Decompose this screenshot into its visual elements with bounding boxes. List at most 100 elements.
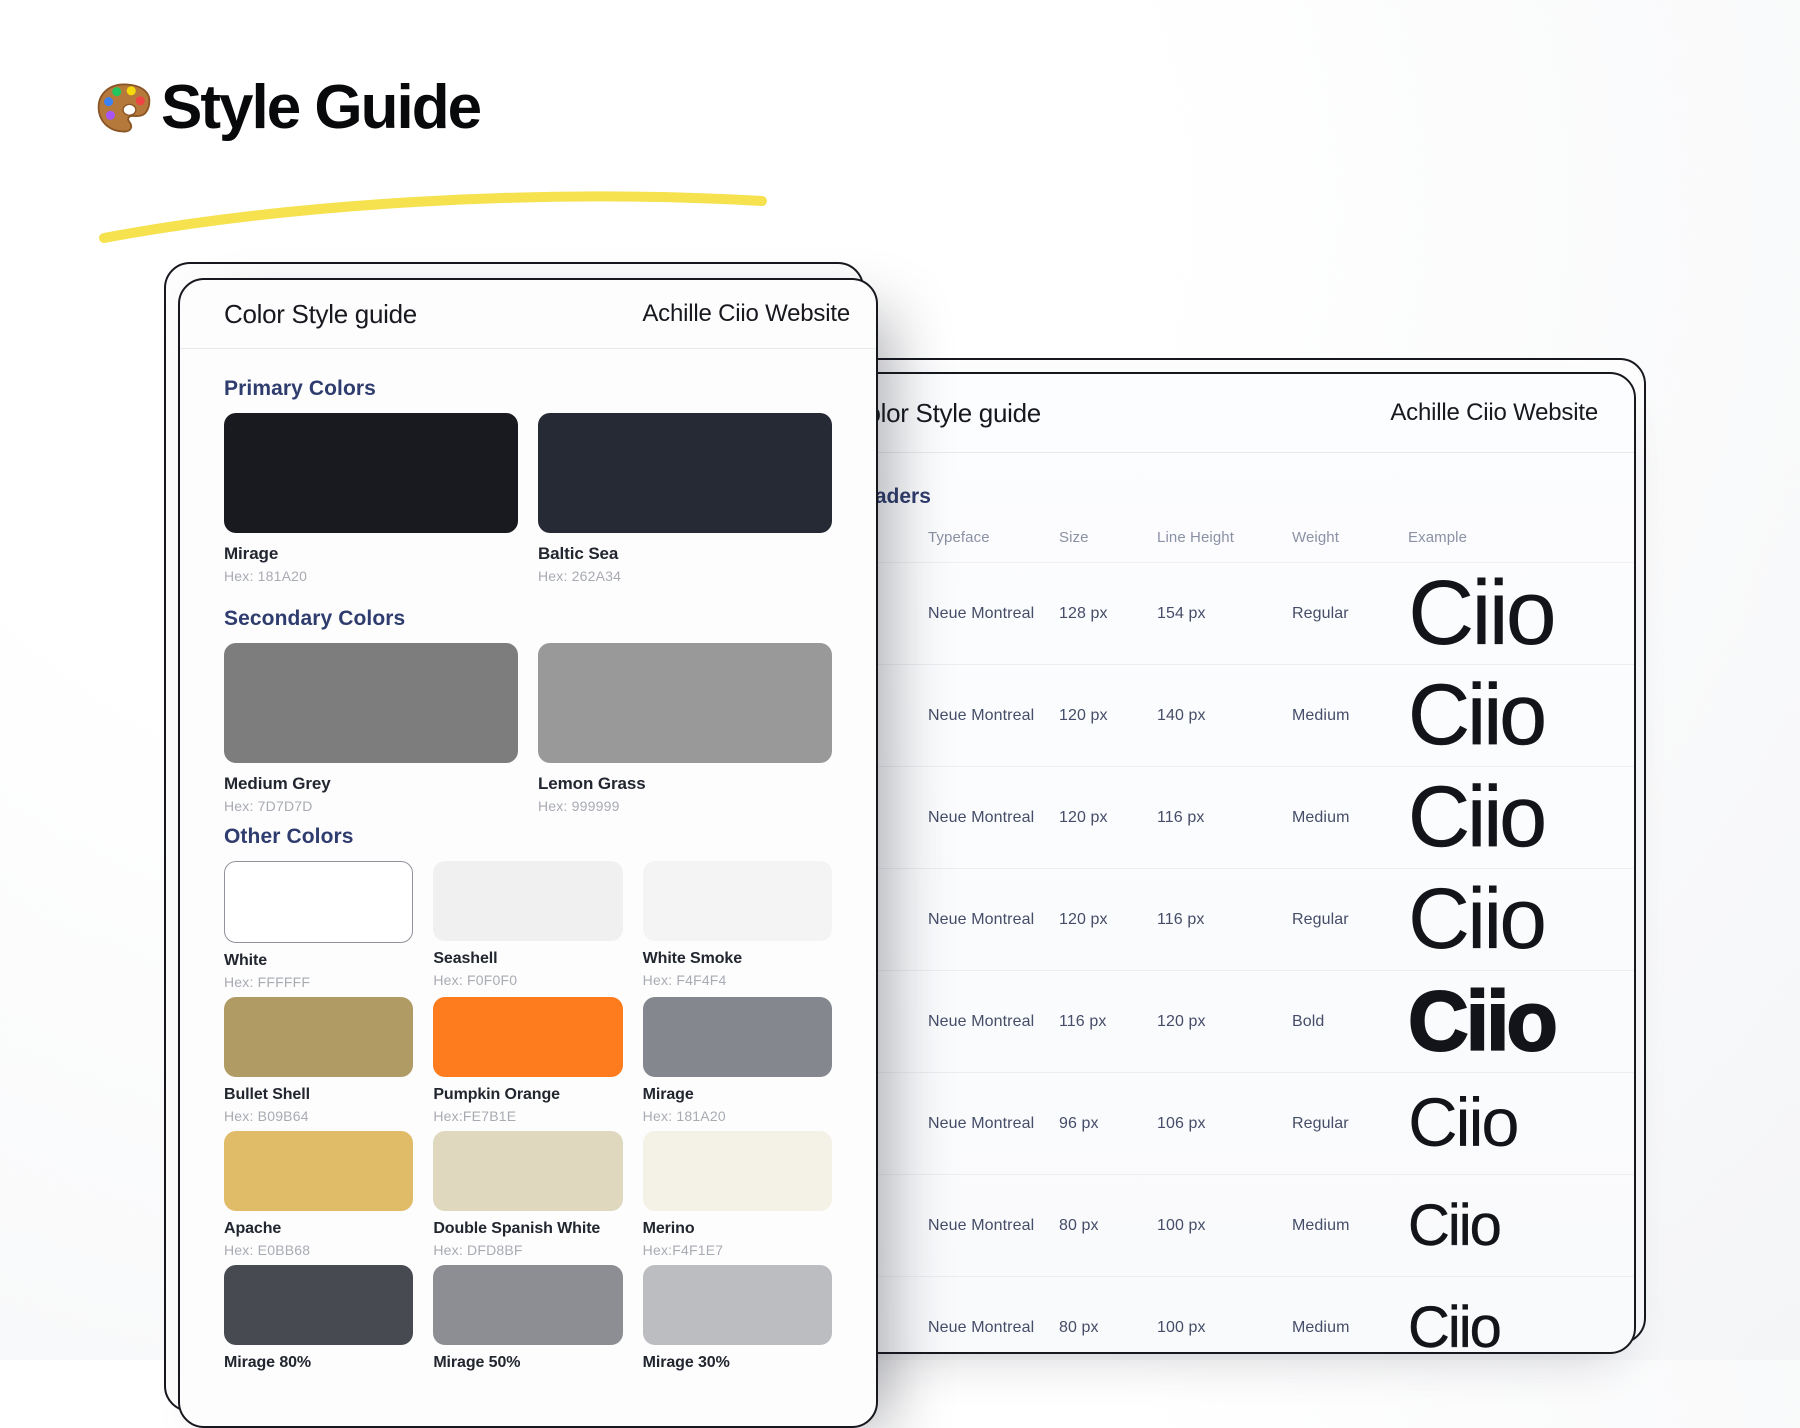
other-colors-heading: Other Colors [224, 825, 832, 849]
cell-size: 128 px [1059, 605, 1157, 623]
color-hex: Hex: 262A34 [538, 568, 832, 585]
color-swatch [643, 1131, 832, 1211]
color-item: Merino Hex:F4F1E7 [643, 1131, 832, 1259]
color-name: Mirage 80% [224, 1353, 413, 1373]
typography-card-subtitle: Achille Ciio Website [1390, 399, 1598, 427]
color-swatch [433, 997, 622, 1077]
type-row: Neue Montreal 120 px 140 px Medium Ciio [822, 665, 1634, 767]
cell-line-height: 116 px [1157, 911, 1292, 929]
cell-typeface: Neue Montreal [928, 707, 1059, 725]
color-name: Mirage 30% [643, 1353, 832, 1373]
cell-example: Ciio [1408, 1201, 1598, 1250]
color-item: Medium Grey Hex: 7D7D7D [224, 643, 518, 815]
color-style-card: Color Style guide Achille Ciio Website P… [178, 278, 878, 1428]
color-card-body: Primary Colors Mirage Hex: 181A20 Baltic… [180, 377, 876, 1376]
cell-weight: Medium [1292, 1319, 1408, 1337]
cell-weight: Regular [1292, 911, 1408, 929]
palette-icon [95, 79, 153, 137]
cell-line-height: 116 px [1157, 809, 1292, 827]
cell-weight: Medium [1292, 707, 1408, 725]
color-swatch [538, 643, 832, 763]
color-item: Mirage Hex: 181A20 [643, 997, 832, 1125]
cell-size: 80 px [1059, 1217, 1157, 1235]
color-name: Mirage [643, 1085, 832, 1105]
cell-weight: Medium [1292, 809, 1408, 827]
column-header-line-height: Line Height [1157, 529, 1292, 546]
cell-line-height: 120 px [1157, 1013, 1292, 1031]
cell-line-height: 100 px [1157, 1217, 1292, 1235]
column-header-typeface: Typeface [928, 529, 1059, 546]
style-guide-page: { "page": { "title": "Style Guide", "und… [0, 0, 1800, 1360]
color-item: Mirage 30% [643, 1265, 832, 1376]
cell-typeface: Neue Montreal [928, 1217, 1059, 1235]
type-row: Neue Montreal 128 px 154 px Regular Ciio [822, 563, 1634, 665]
type-row: Neue Montreal 80 px 100 px Medium Ciio [822, 1175, 1634, 1277]
color-hex: Hex: F4F4F4 [643, 972, 832, 989]
color-name: Bullet Shell [224, 1085, 413, 1105]
color-name: Medium Grey [224, 773, 518, 795]
color-hex: Hex: 7D7D7D [224, 798, 518, 815]
color-item: Seashell Hex: F0F0F0 [433, 861, 622, 991]
cell-size: 80 px [1059, 1319, 1157, 1337]
color-swatch [643, 861, 832, 941]
color-hex: Hex: FFFFFF [224, 974, 413, 991]
color-name: White [224, 951, 413, 971]
column-header-example: Example [1408, 529, 1598, 546]
color-card-title: Color Style guide [224, 299, 417, 330]
typography-card: Color Style guide Achille Ciio Website H… [820, 372, 1636, 1354]
color-swatch [433, 1265, 622, 1345]
type-row: Neue Montreal 80 px 100 px Medium Ciio [822, 1277, 1634, 1354]
cell-size: 116 px [1059, 1013, 1157, 1031]
cell-example: Ciio [1408, 781, 1598, 854]
color-item: Apache Hex: E0BB68 [224, 1131, 413, 1259]
cell-line-height: 106 px [1157, 1115, 1292, 1133]
color-swatch [224, 1265, 413, 1345]
color-card-header: Color Style guide Achille Ciio Website [180, 280, 876, 349]
cell-size: 120 px [1059, 911, 1157, 929]
color-item: Lemon Grass Hex: 999999 [538, 643, 832, 815]
cell-typeface: Neue Montreal [928, 605, 1059, 623]
cell-example: Ciio [1408, 883, 1598, 956]
cell-line-height: 154 px [1157, 605, 1292, 623]
type-section-heading: Headers [848, 485, 1634, 509]
secondary-colors-grid: Medium Grey Hex: 7D7D7D Lemon Grass Hex:… [224, 643, 832, 815]
color-item: White Hex: FFFFFF [224, 861, 413, 991]
cell-line-height: 100 px [1157, 1319, 1292, 1337]
primary-colors-heading: Primary Colors [224, 377, 832, 401]
type-row: Neue Montreal 96 px 106 px Regular Ciio [822, 1073, 1634, 1175]
primary-colors-grid: Mirage Hex: 181A20 Baltic Sea Hex: 262A3… [224, 413, 832, 585]
color-item: Mirage Hex: 181A20 [224, 413, 518, 585]
type-row: Neue Montreal 120 px 116 px Regular Ciio [822, 869, 1634, 971]
color-item: White Smoke Hex: F4F4F4 [643, 861, 832, 991]
color-name: Apache [224, 1219, 413, 1239]
cell-typeface: Neue Montreal [928, 1319, 1059, 1337]
color-hex: Hex: F0F0F0 [433, 972, 622, 989]
column-header-weight: Weight [1292, 529, 1408, 546]
cell-weight: Regular [1292, 605, 1408, 623]
color-item: Double Spanish White Hex: DFD8BF [433, 1131, 622, 1259]
cell-example: Ciio [1408, 679, 1598, 752]
cell-typeface: Neue Montreal [928, 1013, 1059, 1031]
cell-example: Ciio [1408, 1094, 1598, 1153]
color-swatch [643, 1265, 832, 1345]
cell-weight: Medium [1292, 1217, 1408, 1235]
color-swatch [224, 1131, 413, 1211]
cell-example: Ciio [1408, 1303, 1598, 1352]
color-card-subtitle: Achille Ciio Website [642, 300, 850, 328]
color-name: Double Spanish White [433, 1219, 622, 1239]
cell-size: 120 px [1059, 809, 1157, 827]
cell-size: 96 px [1059, 1115, 1157, 1133]
cell-weight: Bold [1292, 1013, 1408, 1031]
page-title-block: Style Guide [95, 72, 480, 143]
color-hex: Hex: 181A20 [643, 1108, 832, 1125]
cell-typeface: Neue Montreal [928, 809, 1059, 827]
color-name: Seashell [433, 949, 622, 969]
type-row: Neue Montreal 116 px 120 px Bold Ciio [822, 971, 1634, 1073]
title-underline [96, 182, 772, 248]
color-hex: Hex:FE7B1E [433, 1108, 622, 1125]
color-name: Merino [643, 1219, 832, 1239]
color-swatch [224, 861, 413, 943]
color-name: Baltic Sea [538, 543, 832, 565]
color-swatch [224, 643, 518, 763]
color-hex: Hex: 181A20 [224, 568, 518, 585]
